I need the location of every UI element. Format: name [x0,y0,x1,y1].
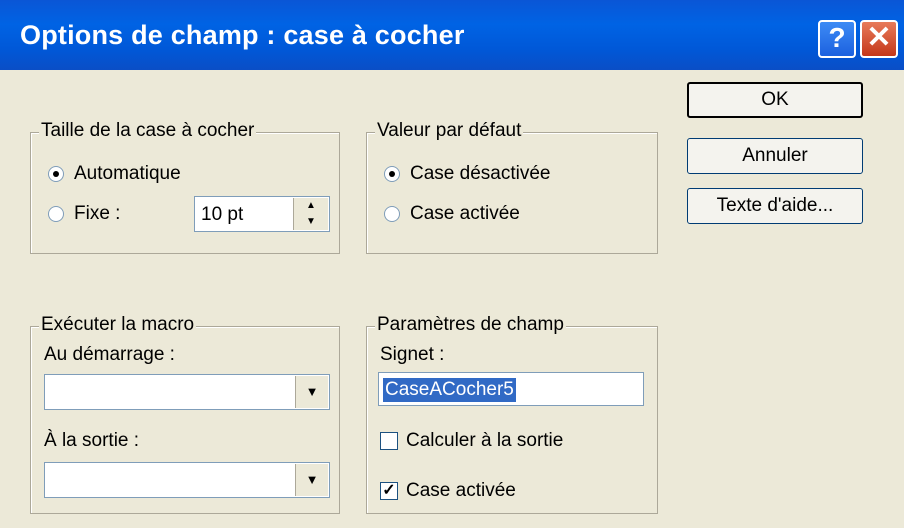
help-icon[interactable]: ? [818,20,856,58]
bookmark-label: Signet : [380,344,445,365]
spin-up-icon[interactable]: ▲ [293,198,328,214]
field-group-title: Paramètres de champ [375,314,566,336]
enabled-label[interactable]: Case activée [406,480,516,502]
bookmark-input[interactable]: CaseACocher5 [378,372,644,406]
calc-on-exit-label[interactable]: Calculer à la sortie [406,430,563,452]
size-value[interactable]: 10 pt [201,204,243,226]
default-value-groupbox: Valeur par défaut [366,120,658,254]
spin-down-icon[interactable]: ▼ [293,214,328,230]
radio-dot-icon [389,171,395,177]
cancel-button[interactable]: Annuler [687,138,863,174]
exit-macro-label: À la sortie : [44,430,140,451]
checked-default-label[interactable]: Case activée [410,203,520,225]
title-bar[interactable]: Options de champ : case à cocher ? ✕ [0,0,904,70]
enabled-checkbox[interactable]: ✓ [380,482,398,500]
macro-group-title: Exécuter la macro [39,314,197,336]
ok-button[interactable]: OK [687,82,863,118]
unchecked-default-label[interactable]: Case désactivée [410,163,550,185]
dialog-window: Options de champ : case à cocher ? ✕ OK … [0,0,904,528]
chevron-down-icon[interactable]: ▼ [295,464,328,496]
checkmark-icon: ✓ [382,482,396,499]
bookmark-value[interactable]: CaseACocher5 [383,378,516,402]
calc-on-exit-checkbox[interactable] [380,432,398,450]
default-group-title: Valeur par défaut [375,120,524,142]
window-title: Options de champ : case à cocher [20,20,465,50]
entry-macro-label: Au démarrage : [44,344,175,365]
radio-dot-icon [53,171,59,177]
size-groupbox: Taille de la case à cocher [30,120,340,254]
close-icon[interactable]: ✕ [860,20,898,58]
checked-default-radio[interactable] [384,206,400,222]
chevron-down-icon[interactable]: ▼ [295,376,328,408]
fixed-size-label[interactable]: Fixe : [74,203,120,225]
auto-size-label[interactable]: Automatique [74,163,181,185]
entry-macro-select[interactable]: ▼ [44,374,330,410]
size-spinner[interactable]: 10 pt ▲ ▼ [194,196,330,232]
auto-size-radio[interactable] [48,166,64,182]
exit-macro-select[interactable]: ▼ [44,462,330,498]
fixed-size-radio[interactable] [48,206,64,222]
size-group-title: Taille de la case à cocher [39,120,257,142]
help-text-button[interactable]: Texte d'aide... [687,188,863,224]
unchecked-default-radio[interactable] [384,166,400,182]
